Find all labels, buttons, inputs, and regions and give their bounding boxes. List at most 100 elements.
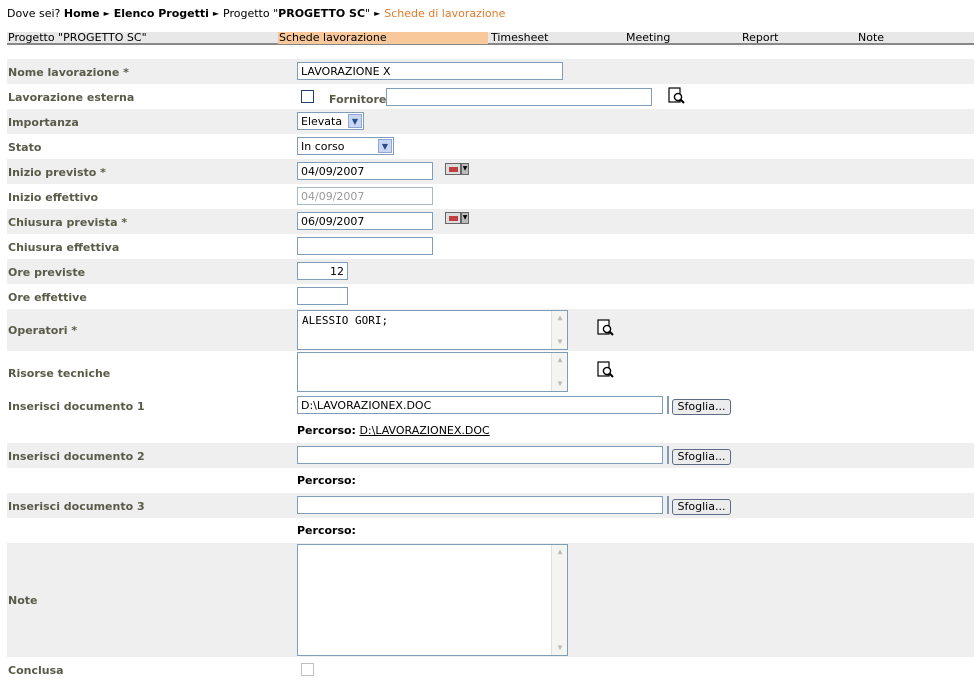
inizio-effettivo-input: 04/09/2007 <box>297 187 433 205</box>
field-label: Inserisci documento 3 <box>8 500 145 513</box>
field-label: Conclusa <box>8 664 64 677</box>
fornitore-input[interactable] <box>386 88 652 106</box>
tab-label: Report <box>742 31 779 44</box>
breadcrumb-project-suffix: " <box>365 7 371 20</box>
scroll-up-icon: ▲ <box>557 355 563 364</box>
percorso-2: Percorso: <box>297 474 356 487</box>
percorso-label: Percorso: <box>297 474 356 487</box>
lookup-risorse-icon[interactable] <box>597 361 615 379</box>
field-label: Stato <box>8 141 42 154</box>
field-label: Inserisci documento 2 <box>8 450 145 463</box>
field-label: Ore effettive <box>8 291 87 304</box>
field-label: Nome lavorazione * <box>8 66 129 79</box>
importanza-select[interactable]: Elevata ▼ <box>297 112 364 130</box>
conclusa-checkbox[interactable] <box>301 663 314 676</box>
breadcrumb-project-link[interactable]: Progetto "PROGETTO SC" <box>223 7 370 20</box>
tab-meeting[interactable]: Meeting <box>625 32 735 44</box>
scroll-down-icon: ▼ <box>557 379 563 388</box>
row-ore-previste: Ore previste 12 <box>7 259 974 284</box>
field-label: Inserisci documento 1 <box>8 400 145 413</box>
row-chiusura-effettiva: Chiusura effettiva <box>7 234 974 259</box>
chevron-right-icon: ► <box>212 9 220 18</box>
ore-previste-input[interactable]: 12 <box>297 262 348 280</box>
row-percorso-2: Percorso: <box>7 468 974 493</box>
row-documento-2: Inserisci documento 2 Sfoglia... <box>7 443 974 468</box>
scrollbar[interactable]: ▲ ▼ <box>551 545 567 655</box>
tab-bar: Progetto "PROGETTO SC" Schede lavorazion… <box>7 32 974 45</box>
scrollbar[interactable]: ▲ ▼ <box>551 311 567 349</box>
breadcrumb-project-prefix: Progetto " <box>223 7 279 20</box>
calendar-icon[interactable]: ▼ <box>445 212 469 225</box>
row-lavorazione-esterna: Lavorazione esterna Fornitore <box>7 84 974 109</box>
tab-label: Note <box>858 31 885 44</box>
percorso-3: Percorso: <box>297 524 356 537</box>
field-label: Operatori * <box>8 324 78 337</box>
importanza-value: Elevata <box>301 115 343 128</box>
nome-lavorazione-input[interactable]: LAVORAZIONE X <box>297 62 563 80</box>
breadcrumb-prefix: Dove sei? <box>7 7 61 20</box>
row-stato: Stato In corso ▼ <box>7 134 974 159</box>
risorse-textarea[interactable]: ▲ ▼ <box>297 352 568 392</box>
sfoglia-3-button[interactable]: Sfoglia... <box>672 499 731 515</box>
row-importanza: Importanza Elevata ▼ <box>7 109 974 134</box>
field-label: Note <box>8 594 38 607</box>
tab-report[interactable]: Report <box>741 32 851 44</box>
field-label: Risorse tecniche <box>8 367 111 380</box>
breadcrumb-list-link[interactable]: Elenco Progetti <box>114 7 209 20</box>
row-note: Note ▲ ▼ <box>7 543 974 657</box>
scroll-up-icon: ▲ <box>557 313 563 322</box>
chiusura-prevista-input[interactable]: 06/09/2007 <box>297 212 433 230</box>
row-operatori: Operatori * ALESSIO GORI; ▲ ▼ <box>7 309 974 351</box>
row-documento-1: Inserisci documento 1 D:\LAVORAZIONEX.DO… <box>7 393 974 443</box>
scrollbar[interactable]: ▲ ▼ <box>551 353 567 391</box>
operatori-value: ALESSIO GORI; <box>302 314 389 327</box>
tab-timesheet[interactable]: Timesheet <box>490 32 620 44</box>
row-conclusa: Conclusa <box>7 657 974 682</box>
scroll-up-icon: ▲ <box>557 547 563 556</box>
breadcrumb-current: Schede di lavorazione <box>384 7 506 20</box>
documento-3-input[interactable] <box>297 496 663 514</box>
row-percorso-3: Percorso: <box>7 518 974 543</box>
percorso-label: Percorso: <box>297 424 356 437</box>
lavorazione-esterna-checkbox[interactable] <box>301 90 314 103</box>
divider <box>667 496 669 514</box>
documento-2-input[interactable] <box>297 446 663 464</box>
chevron-down-icon: ▼ <box>348 114 362 128</box>
row-documento-3: Inserisci documento 3 Sfoglia... <box>7 493 974 518</box>
tab-label: Schede lavorazione <box>279 31 387 44</box>
field-label: Inizio previsto * <box>8 166 106 179</box>
chevron-right-icon: ► <box>103 9 110 18</box>
documento-1-input[interactable]: D:\LAVORAZIONEX.DOC <box>297 396 663 414</box>
operatori-textarea[interactable]: ALESSIO GORI; ▲ ▼ <box>297 310 568 350</box>
scroll-down-icon: ▼ <box>557 643 563 652</box>
sfoglia-2-button[interactable]: Sfoglia... <box>672 449 731 465</box>
note-textarea[interactable]: ▲ ▼ <box>297 544 568 656</box>
tab-progetto[interactable]: Progetto "PROGETTO SC" <box>7 32 279 44</box>
stato-value: In corso <box>301 140 345 153</box>
inizio-previsto-input[interactable]: 04/09/2007 <box>297 162 433 180</box>
divider <box>667 446 669 464</box>
lookup-fornitore-icon[interactable] <box>668 87 686 105</box>
chiusura-effettiva-input[interactable] <box>297 237 433 255</box>
tab-schede-lavorazione[interactable]: Schede lavorazione <box>278 32 488 44</box>
scroll-down-icon: ▼ <box>557 337 563 346</box>
sfoglia-1-button[interactable]: Sfoglia... <box>672 399 731 415</box>
tab-note[interactable]: Note <box>857 32 967 44</box>
field-label: Chiusura prevista * <box>8 216 128 229</box>
ore-effettive-input[interactable] <box>297 287 348 305</box>
percorso-label: Percorso: <box>297 524 356 537</box>
row-inizio-effettivo: Inizio effettivo 04/09/2007 <box>7 184 974 209</box>
breadcrumb-project-name: PROGETTO SC <box>278 7 366 20</box>
field-label: Lavorazione esterna <box>8 91 135 104</box>
calendar-icon[interactable]: ▼ <box>445 163 469 176</box>
breadcrumb-home-link[interactable]: Home <box>64 7 100 20</box>
tab-label: Meeting <box>626 31 671 44</box>
stato-select[interactable]: In corso ▼ <box>297 137 394 155</box>
tab-label: Timesheet <box>491 31 549 44</box>
percorso-1-link[interactable]: D:\LAVORAZIONEX.DOC <box>359 424 489 437</box>
field-label: Ore previste <box>8 266 86 279</box>
lookup-operatori-icon[interactable] <box>597 319 615 337</box>
row-inizio-previsto: Inizio previsto * 04/09/2007 ▼ <box>7 159 974 184</box>
fornitore-label: Fornitore <box>329 93 387 106</box>
row-ore-effettive: Ore effettive <box>7 284 974 309</box>
